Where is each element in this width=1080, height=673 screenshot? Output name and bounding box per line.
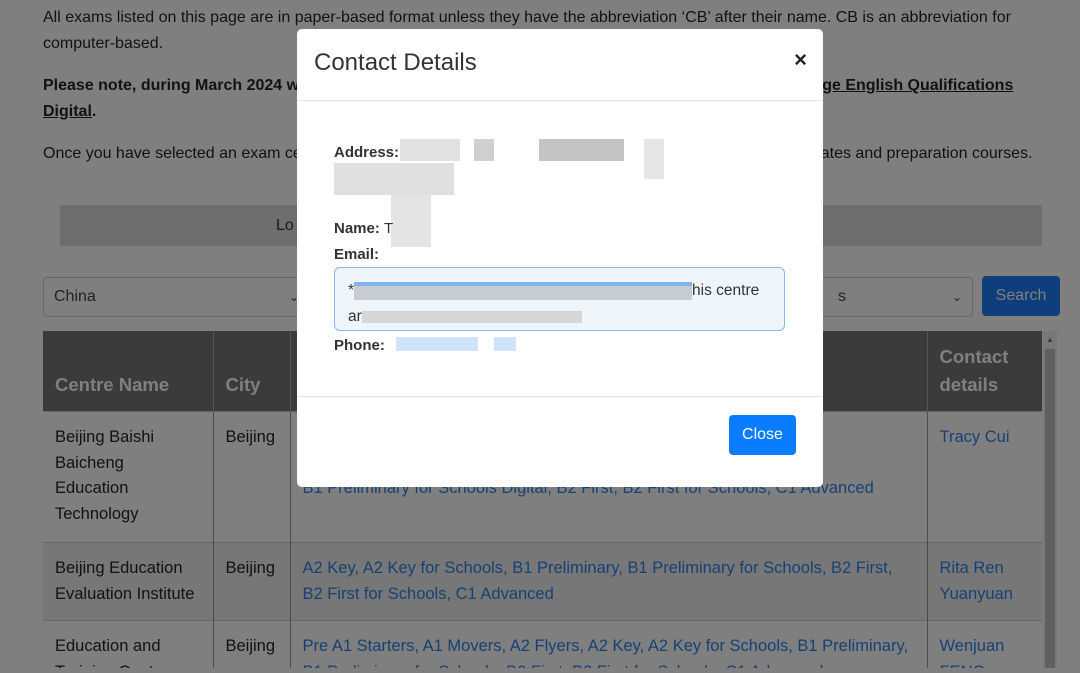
name-label-text: Name: xyxy=(334,220,380,237)
email-notice-line2-start: ar xyxy=(348,308,362,325)
redacted-phone xyxy=(494,337,516,351)
email-notice-box: * his centre ar xyxy=(334,267,785,331)
email-label: Email: xyxy=(334,246,380,263)
name-value: T xyxy=(384,220,394,237)
modal-footer: Close xyxy=(297,396,823,487)
redacted-address xyxy=(474,139,494,161)
phone-label: Phone: xyxy=(334,337,385,354)
redacted-email xyxy=(354,281,693,300)
redacted-name xyxy=(391,195,431,247)
redacted-address xyxy=(644,139,664,179)
email-notice-line2: ar xyxy=(348,304,771,330)
modal-title: Contact Details xyxy=(297,29,823,101)
redacted-address xyxy=(334,163,454,195)
email-notice-end: his centre xyxy=(692,282,760,299)
redacted-address xyxy=(539,139,624,161)
redacted-text xyxy=(361,310,582,323)
redacted-phone xyxy=(396,337,478,351)
close-button[interactable]: Close xyxy=(729,415,796,455)
name-label: Name: T xyxy=(334,220,393,237)
redacted-address xyxy=(400,139,460,161)
email-notice-line1: * his centre xyxy=(348,278,771,304)
close-icon[interactable]: × xyxy=(794,47,807,73)
contact-details-modal: Contact Details × Address: Name: T Email… xyxy=(297,29,823,487)
address-label: Address: xyxy=(334,144,400,161)
